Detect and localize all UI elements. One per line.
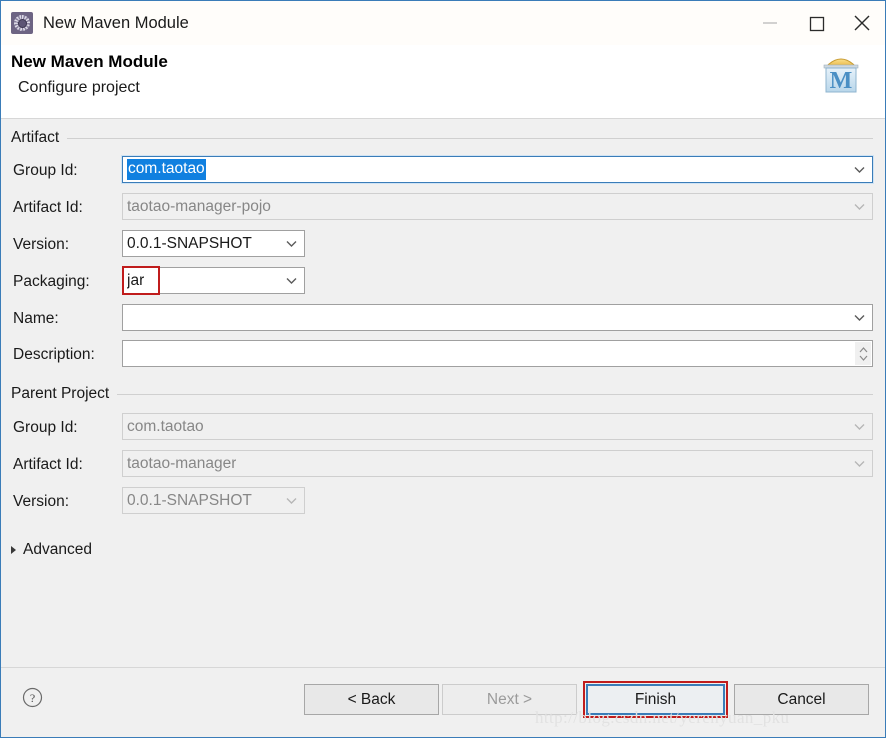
parent-artifact-id-row: Artifact Id: bbox=[13, 451, 83, 479]
parent-version-input[interactable]: 0.0.1-SNAPSHOT bbox=[122, 487, 305, 514]
chevron-down-icon bbox=[286, 240, 297, 247]
artifact-description-row: Description: bbox=[13, 341, 95, 369]
chevron-down-icon bbox=[854, 460, 865, 467]
parent-project-group-header: Parent Project bbox=[11, 383, 873, 405]
watermark-text: http://blog.csdn.net/yerenyuan_pku bbox=[535, 708, 790, 727]
artifact-id-label: Artifact Id: bbox=[13, 199, 83, 216]
parent-group-id-row: Group Id: bbox=[13, 414, 78, 442]
artifact-packaging-label: Packaging: bbox=[13, 273, 90, 290]
page-subtitle: Configure project bbox=[18, 79, 140, 96]
artifact-id-value: taotao-manager-pojo bbox=[127, 197, 271, 215]
parent-version-row: Version: bbox=[13, 488, 69, 516]
dialog-header: New Maven Module Configure project M bbox=[1, 45, 885, 119]
artifact-packaging-input[interactable]: jar bbox=[122, 267, 305, 294]
artifact-version-label: Version: bbox=[13, 236, 70, 253]
artifact-version-row: Version: bbox=[13, 231, 69, 259]
artifact-version-value: 0.0.1-SNAPSHOT bbox=[127, 234, 252, 252]
artifact-group-id-row: Group Id: bbox=[13, 157, 78, 185]
artifact-packaging-row: Packaging: bbox=[13, 268, 90, 296]
minimize-icon[interactable] bbox=[747, 1, 793, 45]
chevron-down-icon bbox=[854, 423, 865, 430]
artifact-group-id-label: Group Id: bbox=[13, 162, 78, 179]
parent-artifact-id-label: Artifact Id: bbox=[13, 456, 83, 473]
help-icon[interactable]: ? bbox=[22, 687, 43, 708]
artifact-id-row: Artifact Id: bbox=[13, 194, 83, 222]
artifact-version-input[interactable]: 0.0.1-SNAPSHOT bbox=[122, 230, 305, 257]
chevron-right-icon bbox=[11, 546, 16, 554]
parent-group-id-label: Group Id: bbox=[13, 419, 78, 436]
chevron-down-icon bbox=[854, 314, 865, 321]
artifact-packaging-value: jar bbox=[127, 271, 145, 289]
parent-version-value: 0.0.1-SNAPSHOT bbox=[127, 491, 252, 509]
svg-text:M: M bbox=[830, 68, 853, 94]
close-icon[interactable] bbox=[839, 1, 885, 45]
svg-text:?: ? bbox=[30, 691, 35, 705]
advanced-label: Advanced bbox=[23, 541, 92, 558]
chevron-down-icon bbox=[854, 203, 865, 210]
description-scroll-spinner[interactable] bbox=[855, 342, 871, 365]
parent-project-group-label: Parent Project bbox=[11, 385, 110, 402]
parent-version-label: Version: bbox=[13, 493, 70, 510]
chevron-down-icon bbox=[286, 497, 297, 504]
artifact-group-header: Artifact bbox=[11, 127, 873, 149]
artifact-group-label: Artifact bbox=[11, 129, 60, 146]
group-divider bbox=[67, 137, 873, 139]
parent-group-id-input[interactable]: com.taotao bbox=[122, 413, 873, 440]
parent-group-id-value: com.taotao bbox=[127, 417, 204, 435]
chevron-down-icon bbox=[854, 166, 865, 173]
dialog-body: Artifact Group Id: com.taotao Artifact I… bbox=[1, 119, 885, 667]
artifact-name-input[interactable] bbox=[122, 304, 873, 331]
parent-artifact-id-value: taotao-manager bbox=[127, 454, 237, 472]
artifact-id-input[interactable]: taotao-manager-pojo bbox=[122, 193, 873, 220]
artifact-group-id-value: com.taotao bbox=[127, 159, 206, 180]
maven-m-icon: M bbox=[815, 52, 867, 96]
chevron-down-icon bbox=[286, 277, 297, 284]
title-bar: New Maven Module bbox=[1, 1, 885, 45]
maximize-icon[interactable] bbox=[793, 1, 839, 45]
maven-gear-icon bbox=[11, 12, 33, 34]
artifact-name-row: Name: bbox=[13, 305, 59, 333]
artifact-description-label: Description: bbox=[13, 346, 95, 363]
new-maven-module-dialog: New Maven Module New Maven Module Config… bbox=[0, 0, 886, 738]
parent-artifact-id-input[interactable]: taotao-manager bbox=[122, 450, 873, 477]
advanced-section-toggle[interactable]: Advanced bbox=[11, 541, 92, 559]
artifact-name-label: Name: bbox=[13, 310, 59, 327]
group-divider bbox=[117, 393, 873, 395]
window-title: New Maven Module bbox=[43, 13, 189, 32]
window-controls bbox=[747, 1, 885, 45]
back-button[interactable]: < Back bbox=[304, 684, 439, 715]
artifact-description-input[interactable] bbox=[122, 340, 873, 367]
page-title: New Maven Module bbox=[11, 52, 168, 71]
artifact-group-id-input[interactable]: com.taotao bbox=[122, 156, 873, 183]
